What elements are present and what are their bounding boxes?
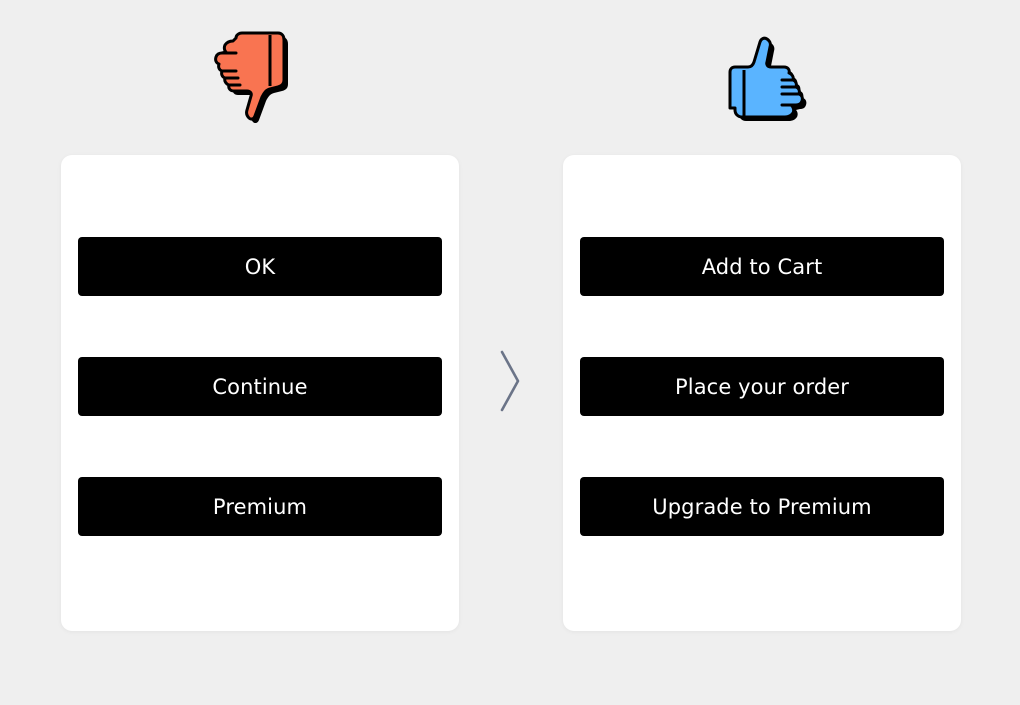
premium-button[interactable]: Premium — [78, 477, 442, 536]
place-order-button[interactable]: Place your order — [580, 357, 944, 416]
bad-example-card: OK Continue Premium — [61, 155, 459, 631]
chevron-right-icon — [497, 349, 525, 413]
upgrade-to-premium-button[interactable]: Upgrade to Premium — [580, 477, 944, 536]
add-to-cart-button[interactable]: Add to Cart — [580, 237, 944, 296]
thumbs-down-icon — [212, 30, 298, 126]
ok-button[interactable]: OK — [78, 237, 442, 296]
continue-button[interactable]: Continue — [78, 357, 442, 416]
good-example-card: Add to Cart Place your order Upgrade to … — [563, 155, 961, 631]
thumbs-up-icon — [722, 32, 808, 128]
